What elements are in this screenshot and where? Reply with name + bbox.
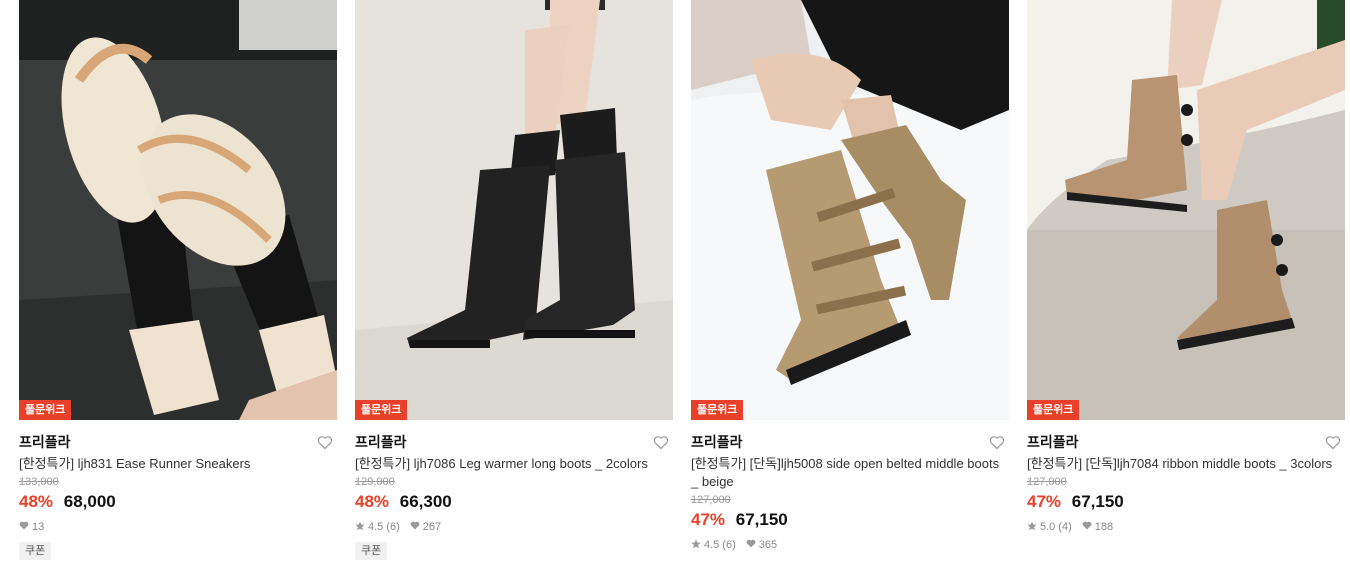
review-count: (6) [386,521,400,533]
wishlist-heart-icon[interactable] [1323,432,1343,452]
rating-value: 5.0 [1040,521,1056,533]
likes-count: 267 [422,521,442,533]
coupon-tag: 쿠폰 [19,542,52,560]
review-count: (6) [722,539,736,551]
product-info: 프리플라 [한정특가] [단독]ljh5008 side open belted… [691,420,1009,552]
product-meta: 13 [19,520,337,534]
original-price: 129,000 [355,476,395,488]
brand-name[interactable]: 프리플라 [355,432,407,452]
likes-heart-icon [1082,521,1092,533]
likes-count: 365 [758,539,778,551]
star-icon [691,539,701,552]
rating-value: 4.5 [704,539,720,551]
product-info: 프리플라 [한정특가] ljh7086 Leg warmer long boot… [355,420,673,560]
product-info: 프리플라 [한정특가] [단독]ljh7084 ribbon middle bo… [1027,420,1345,534]
discount-rate: 47% [691,510,726,529]
wishlist-heart-icon[interactable] [651,432,671,452]
promo-badge: 풀문위크 [1027,400,1080,420]
product-title[interactable]: [한정특가] [단독]ljh5008 side open belted midd… [691,455,1009,491]
promo-badge: 풀문위크 [691,400,744,420]
product-meta: 5.0 (4) 188 [1027,520,1345,534]
brand-name[interactable]: 프리플라 [691,432,743,452]
likes-count: 13 [32,521,45,533]
product-meta: 4.5 (6) 365 [691,538,1009,552]
product-image-ribbon-boots[interactable]: 풀문위크 [1027,0,1345,420]
original-price: 127,000 [691,494,731,506]
discount-rate: 48% [355,492,390,511]
product-image-long-boots[interactable]: 풀문위크 [355,0,673,420]
product-card[interactable]: 풀문위크 프리플라 [한정특가] ljh7086 Leg warmer long… [355,0,673,560]
discount-rate: 47% [1027,492,1062,511]
likes-heart-icon [19,521,29,533]
original-price: 127,000 [1027,476,1067,488]
product-image-belted-boots[interactable]: 풀문위크 [691,0,1009,420]
promo-badge: 풀문위크 [19,400,72,420]
review-count: (4) [1058,521,1072,533]
product-info: 프리플라 [한정특가] ljh831 Ease Runner Sneakers … [19,420,337,560]
sale-price: 66,300 [399,492,452,511]
brand-name[interactable]: 프리플라 [19,432,71,452]
coupon-tag: 쿠폰 [355,542,388,560]
star-icon [1027,521,1037,534]
product-grid: 풀문위크 프리플라 [한정특가] ljh831 Ease Runner Snea… [0,0,1350,573]
promo-badge: 풀문위크 [355,400,408,420]
product-card[interactable]: 풀문위크 프리플라 [한정특가] ljh831 Ease Runner Snea… [19,0,337,560]
product-title[interactable]: [한정특가] [단독]ljh7084 ribbon middle boots _… [1027,455,1345,473]
product-card[interactable]: 풀문위크 프리플라 [한정특가] [단독]ljh7084 ribbon midd… [1027,0,1345,534]
brand-name[interactable]: 프리플라 [1027,432,1079,452]
wishlist-heart-icon[interactable] [987,432,1007,452]
original-price: 133,000 [19,476,59,488]
product-card[interactable]: 풀문위크 프리플라 [한정특가] [단독]ljh5008 side open b… [691,0,1009,552]
star-icon [355,521,365,534]
likes-heart-icon [746,539,756,551]
discount-rate: 48% [19,492,54,511]
product-meta: 4.5 (6) 267 [355,520,673,534]
sale-price: 67,150 [735,510,788,529]
product-image-sneakers[interactable]: 풀문위크 [19,0,337,420]
product-title[interactable]: [한정특가] ljh7086 Leg warmer long boots _ 2… [355,455,673,473]
wishlist-heart-icon[interactable] [315,432,335,452]
likes-heart-icon [410,521,420,533]
likes-count: 188 [1094,521,1114,533]
rating-value: 4.5 [368,521,384,533]
sale-price: 68,000 [63,492,116,511]
product-title[interactable]: [한정특가] ljh831 Ease Runner Sneakers [19,455,337,473]
sale-price: 67,150 [1071,492,1124,511]
